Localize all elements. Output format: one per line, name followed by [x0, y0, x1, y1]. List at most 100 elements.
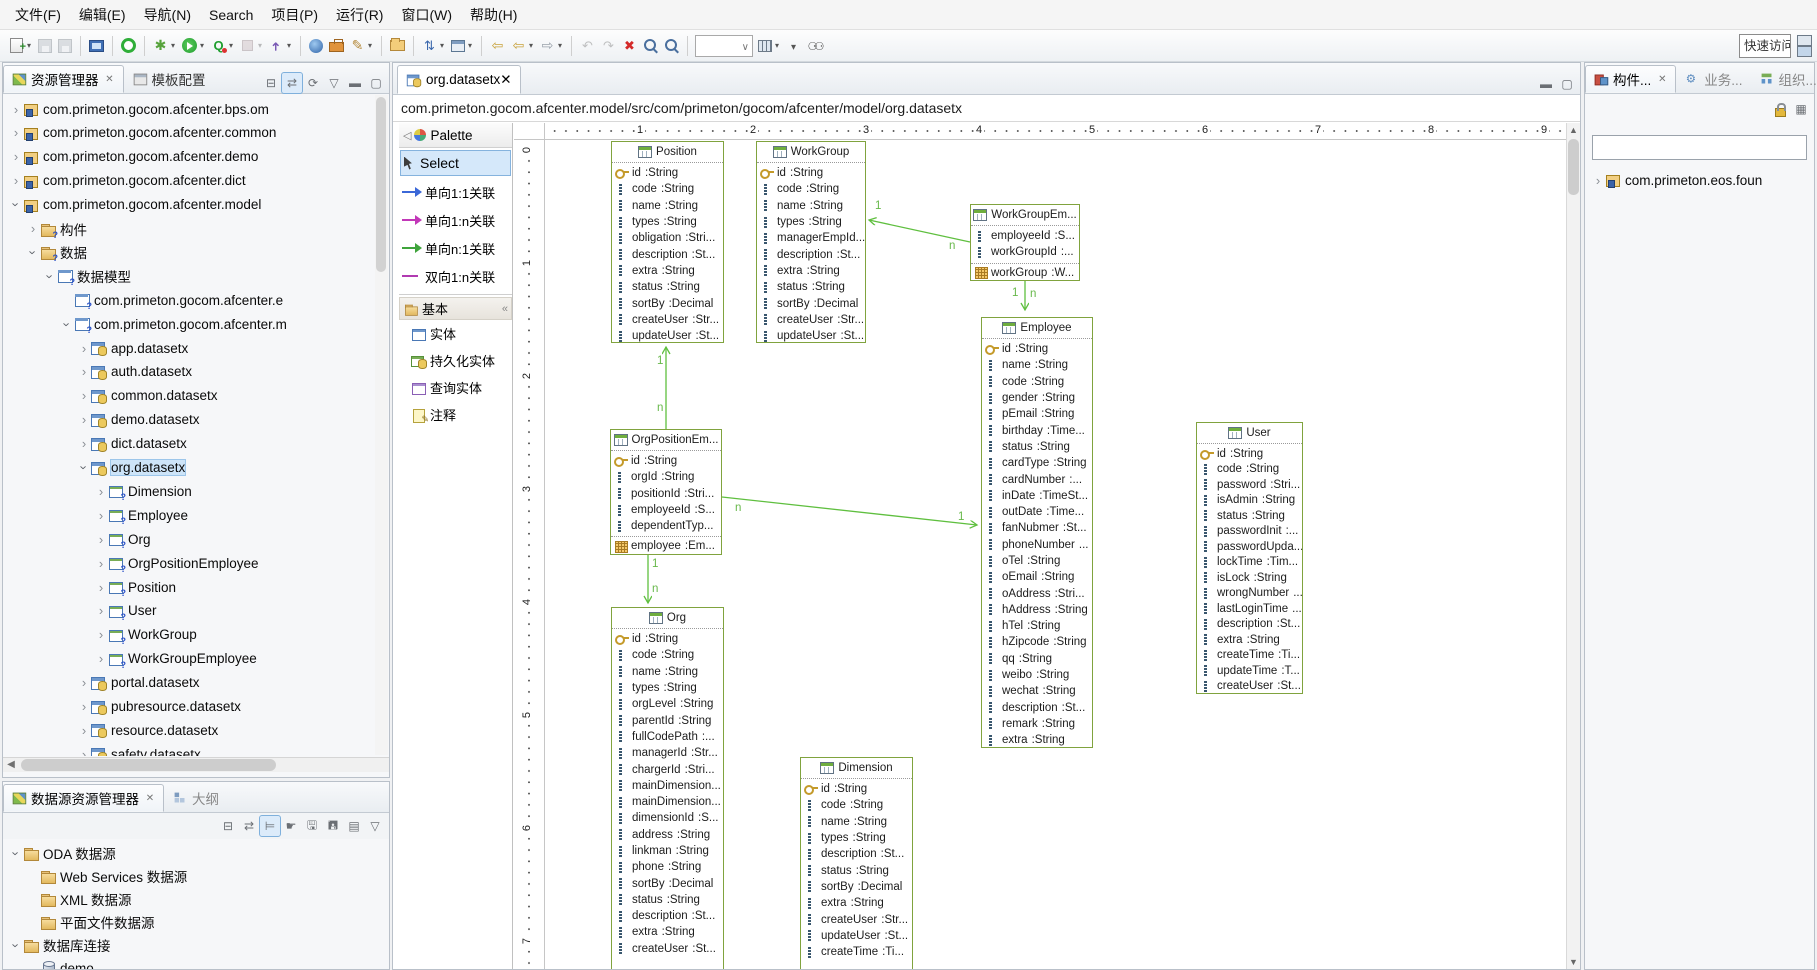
toolbox-button[interactable]: [326, 34, 347, 58]
tree-item-构件[interactable]: ›?构件: [3, 218, 375, 240]
field-phone[interactable]: phone:String: [612, 859, 723, 875]
field-sortby[interactable]: sortBy:Decimal: [612, 295, 723, 311]
editor-maximize-button[interactable]: ▢: [1557, 74, 1577, 94]
palette-tool-实体[interactable]: 实体: [399, 320, 512, 347]
tree-item-orgpositionemployee[interactable]: ›?OrgPositionEmployee: [3, 552, 375, 574]
field-linkman[interactable]: linkman:String: [612, 843, 723, 859]
field-extra[interactable]: extra:String: [1197, 632, 1302, 648]
tree-item-dict-datasetx[interactable]: ›dict.datasetx: [3, 433, 375, 455]
entity-employee[interactable]: Employeeid:Stringname:Stringcode:Stringg…: [981, 317, 1093, 748]
field-createtime[interactable]: createTime:Ti...: [801, 944, 912, 960]
field-name[interactable]: name:String: [982, 357, 1092, 373]
field-maindimension[interactable]: mainDimension...: [612, 794, 723, 810]
tree-item-数据模型[interactable]: ›?数据模型: [3, 265, 375, 287]
field-phonenumber[interactable]: phoneNumber...: [982, 537, 1092, 553]
field-chargerid[interactable]: chargerId:Stri...: [612, 761, 723, 777]
tree-item-workgroup[interactable]: ›?WorkGroup: [3, 624, 375, 646]
tree-item-xml-数据源[interactable]: XML 数据源: [3, 888, 389, 910]
menu-文件-f[interactable]: 文件(F): [6, 1, 70, 29]
tree-item-common-datasetx[interactable]: ›common.datasetx: [3, 385, 375, 407]
profile-button[interactable]: ▾: [208, 34, 237, 58]
entity-workgroupem[interactable]: WorkGroupEm...employeeId:S...workGroupId…: [970, 204, 1080, 281]
tree-item-com-primeton-eos-foun[interactable]: ›com.primeton.eos.foun: [1585, 169, 1814, 191]
field-status[interactable]: status:String: [1197, 508, 1302, 524]
field-otel[interactable]: oTel:String: [982, 553, 1092, 569]
field-passwordupda[interactable]: passwordUpda...: [1197, 539, 1302, 555]
dropdown-chevron-icon[interactable]: ▾: [556, 41, 564, 50]
tree-item-workgroupemployee[interactable]: ›?WorkGroupEmployee: [3, 648, 375, 670]
field-extra[interactable]: extra:String: [612, 263, 723, 279]
field-dependenttyp[interactable]: dependentTyp...: [611, 518, 721, 534]
tree-item-demo[interactable]: demo: [3, 957, 389, 969]
palette-tool-单向1-1关联[interactable]: 单向1:1关联: [399, 178, 512, 206]
run-button[interactable]: ▾: [179, 34, 208, 58]
field-id[interactable]: id:String: [982, 341, 1092, 357]
table-view-button[interactable]: ▾: [448, 34, 476, 58]
field-createuser[interactable]: createUser:Str...: [612, 312, 723, 328]
link-with-editor-icon[interactable]: ⇄: [239, 816, 259, 836]
field-updateuser[interactable]: updateUser:St...: [801, 928, 912, 944]
field-id[interactable]: id:String: [801, 781, 912, 797]
menu-编辑-e[interactable]: 编辑(E): [70, 1, 135, 29]
canvas-scroll-thumb[interactable]: [1568, 139, 1579, 195]
field-oaddress[interactable]: oAddress:Stri...: [982, 585, 1092, 601]
dropdown-chevron-icon[interactable]: ▾: [773, 41, 781, 50]
field-code[interactable]: code:String: [982, 374, 1092, 390]
tree-item-pubresource-datasetx[interactable]: ›pubresource.datasetx: [3, 696, 375, 718]
field-createtime[interactable]: createTime:Ti...: [1197, 648, 1302, 664]
tree-expand-icon[interactable]: ›: [94, 651, 108, 666]
search-binoculars-button[interactable]: [804, 34, 825, 58]
field-lastlogintime[interactable]: lastLoginTime...: [1197, 601, 1302, 617]
zoom-out-button[interactable]: [661, 34, 682, 58]
tree-expand-icon[interactable]: ›: [77, 412, 91, 427]
relation-orgpositionem-to-employee[interactable]: [722, 497, 977, 525]
tree-item-web-services-数据源[interactable]: Web Services 数据源: [3, 865, 389, 887]
nav-forward-button[interactable]: ▾: [537, 34, 566, 58]
scroll-down-arrow[interactable]: ▼: [1567, 955, 1580, 969]
field-createuser[interactable]: createUser:St...: [1197, 679, 1302, 695]
tab-数据源资源管理器[interactable]: 数据源资源管理器✕: [3, 784, 164, 812]
view-menu-icon[interactable]: ▽: [324, 73, 344, 93]
field-maindimension[interactable]: mainDimension...: [612, 778, 723, 794]
entity-workgroup[interactable]: WorkGroupid:Stringcode:Stringname:String…: [756, 141, 866, 343]
field-password[interactable]: password:Stri...: [1197, 477, 1302, 493]
scroll-up-arrow[interactable]: ▲: [1567, 123, 1580, 137]
entity-dimension[interactable]: Dimensionid:Stringcode:Stringname:String…: [800, 757, 913, 969]
open-folder-button[interactable]: [387, 34, 408, 58]
dropdown-chevron-icon[interactable]: ▾: [25, 41, 33, 50]
field-workgroup[interactable]: workGroup:W...: [971, 263, 1079, 281]
dropdown-chevron-icon[interactable]: ▾: [285, 41, 293, 50]
tree-item-com-primeton-gocom-afcenter-bps-om[interactable]: ›com.primeton.gocom.afcenter.bps.om: [3, 98, 375, 120]
field-name[interactable]: name:String: [757, 198, 865, 214]
field-code[interactable]: code:String: [612, 647, 723, 663]
field-workgroupid[interactable]: workGroupId:...: [971, 244, 1079, 260]
field-id[interactable]: id:String: [757, 165, 865, 181]
tree-expand-icon[interactable]: ›: [94, 627, 108, 642]
tree-expand-icon[interactable]: ›: [9, 173, 23, 188]
palette-tool-持久化实体[interactable]: 持久化实体: [399, 347, 512, 374]
field-description[interactable]: description:St...: [757, 246, 865, 262]
tree-item-position[interactable]: ›?Position: [3, 576, 375, 598]
palette-tool-单向n-1关联[interactable]: 单向n:1关联: [399, 234, 512, 262]
menu-运行-r[interactable]: 运行(R): [327, 1, 392, 29]
open-console-button[interactable]: [86, 34, 107, 58]
maximize-icon[interactable]: ▢: [366, 73, 386, 93]
connect-icon[interactable]: ☛: [281, 816, 301, 836]
view-menu-icon[interactable]: ▽: [365, 816, 385, 836]
explorer-vscrollbar[interactable]: [375, 95, 388, 755]
editor-minimize-button[interactable]: ▬: [1536, 74, 1556, 94]
field-oemail[interactable]: oEmail:String: [982, 569, 1092, 585]
nav-back-history-button[interactable]: [487, 34, 508, 58]
tree-expand-icon[interactable]: ›: [26, 221, 40, 236]
field-birthday[interactable]: birthday:Time...: [982, 422, 1092, 438]
tree-item-auth-datasetx[interactable]: ›auth.datasetx: [3, 361, 375, 383]
editor-tab-close-icon[interactable]: ✕: [500, 72, 511, 88]
tree-expand-icon[interactable]: ›: [77, 747, 91, 756]
dropdown-chevron-icon[interactable]: ▾: [198, 41, 206, 50]
field-types[interactable]: types:String: [612, 680, 723, 696]
lock-icon[interactable]: [1770, 99, 1790, 119]
tree-expand-icon[interactable]: ›: [94, 556, 108, 571]
field-employee[interactable]: employee:Em...: [611, 536, 721, 554]
dropdown-chevron-icon[interactable]: ▾: [227, 41, 235, 50]
tree-expand-icon[interactable]: ›: [9, 938, 24, 952]
